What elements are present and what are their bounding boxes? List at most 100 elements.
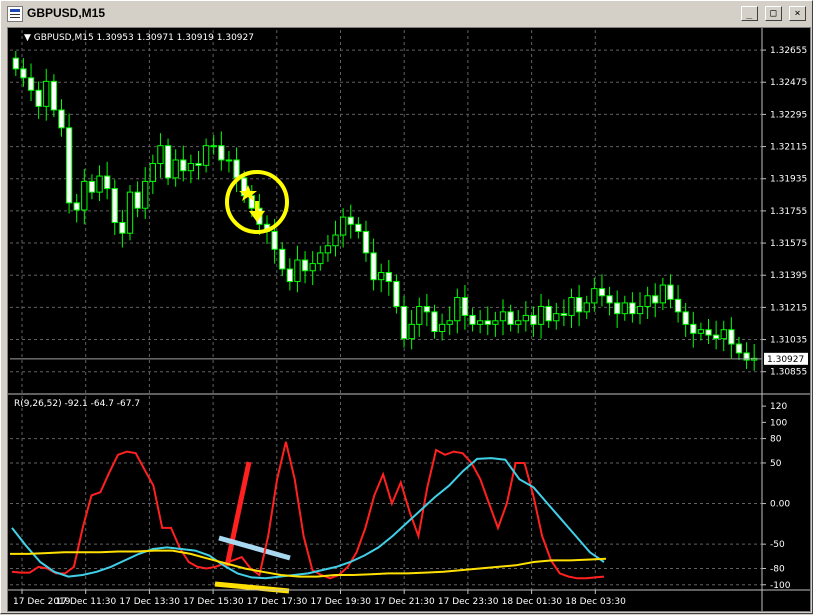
candle-body — [522, 314, 529, 322]
candle-body — [378, 272, 385, 281]
candle-body — [423, 305, 431, 313]
indicator-tick-label: -100 — [770, 581, 791, 591]
candle-body — [103, 175, 111, 190]
candle-body — [301, 259, 309, 272]
candle-body — [416, 305, 423, 325]
candle-body — [339, 216, 347, 236]
time-tick-label: 18 Dec 03:30 — [565, 597, 626, 607]
candle-body — [583, 302, 590, 313]
candle-body — [690, 323, 697, 334]
maximize-button[interactable]: □ — [764, 6, 782, 21]
candle-body — [636, 305, 644, 315]
price-tick-label: 1.31755 — [770, 207, 807, 217]
price-tick-label: 1.32115 — [770, 143, 807, 153]
candle-body — [408, 323, 415, 340]
time-tick-label: 18 Dec 01:30 — [502, 597, 563, 607]
minimize-button[interactable]: _ — [740, 6, 758, 21]
grid-lines — [10, 30, 762, 590]
indicator-tick-label: -50 — [770, 540, 785, 550]
time-tick-label: 17 Dec 15:30 — [183, 597, 244, 607]
candle-body — [164, 145, 172, 179]
candle-body — [385, 272, 392, 282]
time-tick-label: 17 Dec 19:30 — [311, 597, 372, 607]
candle-body — [119, 222, 126, 234]
candle-body — [446, 320, 453, 325]
candle-body — [324, 245, 332, 254]
candle-body — [149, 163, 156, 182]
candle-body — [393, 280, 400, 307]
indicator-tick-label: 100 — [770, 418, 787, 428]
time-tick-label: 17 Dec 11:30 — [56, 597, 117, 607]
indicator-tick-label: 50 — [770, 459, 782, 469]
candle-body — [50, 80, 58, 111]
indicator-tick-label: 80 — [770, 435, 782, 445]
candle-body — [652, 295, 659, 304]
candle-body — [720, 329, 727, 340]
price-tick-label: 1.31575 — [770, 239, 807, 249]
candle-body — [400, 305, 408, 340]
candle-body — [347, 216, 354, 225]
price-tick-label: 1.31935 — [770, 175, 807, 185]
candle-body — [667, 284, 674, 300]
candle-body — [362, 230, 370, 254]
candle-body — [111, 188, 118, 224]
candle-body — [697, 329, 705, 334]
candle-body — [96, 175, 103, 193]
sell-arrow-shaft — [255, 201, 259, 212]
candle-body — [157, 145, 164, 165]
chart-area[interactable]: 1.32655 1.32475 1.32295 1.32115 1.31935 1.317… — [7, 27, 811, 612]
close-button[interactable]: × — [789, 6, 806, 21]
price-chart[interactable]: 1.32655 1.32475 1.32295 1.32115 1.31935 1.317… — [8, 28, 810, 611]
candle-body — [195, 163, 202, 166]
candle-body — [225, 159, 233, 162]
candle-body — [134, 191, 141, 209]
price-tick-label: 1.31215 — [770, 303, 807, 313]
candle-body — [568, 297, 575, 316]
candle-body — [73, 202, 80, 211]
indicator-series — [10, 441, 607, 580]
candle-body — [355, 223, 362, 232]
candle-body — [530, 314, 537, 325]
indicator-tick-label: 120 — [770, 402, 787, 412]
indicator-line — [11, 441, 605, 580]
candle-body — [172, 159, 179, 179]
candle-body — [560, 313, 568, 316]
candle-body — [735, 343, 743, 354]
candle-body — [294, 259, 301, 282]
candle-body — [454, 297, 461, 322]
price-tick-label: 1.30855 — [770, 368, 807, 378]
candle-body — [507, 311, 514, 325]
price-tick-label: 1.31395 — [770, 271, 807, 281]
candle-body — [309, 263, 316, 272]
candle-body — [476, 320, 484, 325]
candle-body — [202, 145, 210, 166]
candle-body — [606, 295, 613, 304]
chart-window: GBPUSD,M15 _ □ × 1.32655 1.32475 1.32295 1.… — [0, 0, 813, 614]
price-tick-label: 1.32295 — [770, 110, 807, 120]
candle-body — [370, 252, 377, 281]
candle-body — [659, 284, 667, 304]
candle-body — [35, 89, 42, 107]
window-controls: _ □ × — [739, 6, 806, 25]
candle-body — [180, 159, 187, 172]
candle-body — [537, 305, 545, 325]
current-price-label: 1.30927 — [767, 355, 804, 365]
candle-body — [279, 248, 286, 270]
candle-body — [469, 314, 476, 325]
indicator-tick-label: -80 — [770, 565, 785, 575]
candle-body — [210, 145, 217, 148]
title-bar[interactable]: GBPUSD,M15 _ □ × — [3, 3, 810, 23]
drawn-divergence-line-red — [224, 461, 252, 567]
candle-body — [705, 329, 712, 336]
candle-body — [88, 180, 96, 193]
candle-body — [58, 109, 65, 129]
candle-body — [12, 57, 19, 70]
candle-body — [431, 311, 438, 333]
indicator-label: R(9,26,52) -92.1 -64.7 -67.7 — [14, 399, 140, 409]
candle-body — [575, 297, 583, 313]
candle-body — [621, 302, 628, 315]
candle-body — [271, 230, 278, 250]
price-tick-label: 1.31035 — [770, 336, 807, 346]
candle-body — [27, 77, 35, 91]
time-tick-label: 17 Dec 23:30 — [438, 597, 499, 607]
